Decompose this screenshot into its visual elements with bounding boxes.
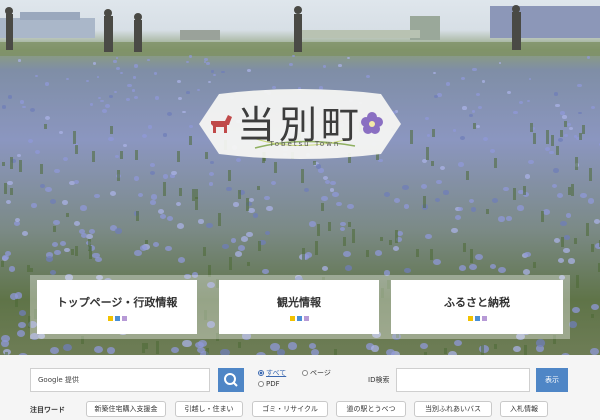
purple-dot — [303, 316, 309, 321]
logo-subtitle: Tobetsu Town — [269, 140, 341, 148]
radio-icon — [258, 381, 264, 387]
keyword-chip[interactable]: ゴミ・リサイクル — [252, 401, 328, 417]
nav-card-kanko[interactable]: 観光情報 — [219, 280, 379, 334]
scope-label: PDF — [266, 380, 280, 388]
radio-icon — [302, 370, 308, 376]
nav-card-dots — [391, 316, 563, 321]
keywords-label: 注目ワード — [30, 406, 65, 414]
nav-cards: トップページ・行政情報 観光情報 ふるさと納税 — [30, 275, 570, 339]
nav-card-label: ふるさと納税 — [444, 296, 510, 309]
scope-label: すべて — [266, 369, 287, 377]
nav-card-dots — [219, 316, 379, 321]
search-scope: すべて ページ PDF — [258, 368, 358, 394]
nav-card-furusato[interactable]: ふるさと納税 — [391, 280, 563, 334]
keyword-chip[interactable]: 引越し・住まい — [175, 401, 243, 417]
radio-icon — [258, 370, 264, 376]
show-button[interactable]: 表示 — [536, 368, 568, 392]
blue-dot — [474, 316, 480, 321]
scope-page[interactable]: ページ — [302, 368, 331, 378]
nav-card-label: トップページ・行政情報 — [56, 296, 178, 309]
horse-icon — [211, 115, 232, 133]
keyword-chip[interactable]: 当別ふれあいバス — [414, 401, 492, 417]
nav-card-dots — [37, 316, 197, 321]
yellow-dot — [467, 316, 473, 321]
search-placeholder: Google 提供 — [38, 376, 79, 384]
nav-card-gyosei[interactable]: トップページ・行政情報 — [37, 280, 197, 334]
people-silhouettes — [5, 5, 521, 52]
purple-dot — [121, 316, 127, 321]
search-bar: Google 提供 すべて ページ PDF ID検索 表示 注目ワード 新築住宅… — [0, 355, 600, 420]
keyword-chip[interactable]: 新築住宅購入支援金 — [86, 401, 166, 417]
yellow-dot — [107, 316, 113, 321]
id-search-label: ID検索 — [368, 376, 390, 384]
scope-pdf[interactable]: PDF — [258, 380, 280, 388]
keyword-chip[interactable]: 道の駅とうべつ — [336, 401, 406, 417]
google-search-input[interactable]: Google 提供 — [30, 368, 210, 392]
keyword-chip[interactable]: 入札情報 — [500, 401, 548, 417]
scope-label: ページ — [310, 369, 331, 377]
id-search-input[interactable] — [396, 368, 530, 392]
blue-dot — [114, 316, 120, 321]
purple-dot — [481, 316, 487, 321]
search-icon — [224, 373, 238, 387]
yellow-dot — [289, 316, 295, 321]
search-button[interactable] — [218, 368, 244, 392]
nav-card-label: 観光情報 — [277, 296, 321, 309]
scope-all[interactable]: すべて — [258, 368, 286, 378]
town-logo[interactable]: 当別町 Tobetsu Town — [195, 88, 405, 160]
blue-dot — [296, 316, 302, 321]
